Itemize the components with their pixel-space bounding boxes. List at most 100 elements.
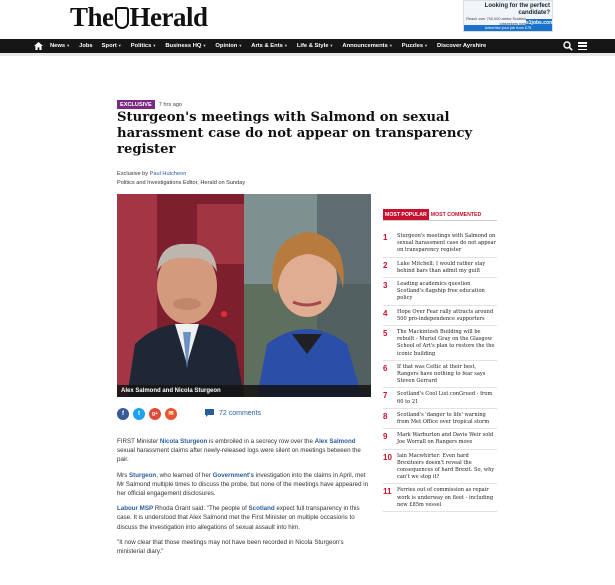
article-body: FIRST Minister Nicola Sturgeon is embroi… xyxy=(117,437,371,562)
popular-headline[interactable]: Luke Mitchell: I would rather stay behin… xyxy=(397,261,497,275)
email-share-icon[interactable]: ✉ xyxy=(165,408,177,420)
inline-link[interactable]: Scotland xyxy=(249,505,275,512)
chevron-down-icon: ▼ xyxy=(329,43,334,48)
nav-item-label: Life & Style xyxy=(296,43,329,49)
facebook-share-icon[interactable]: f xyxy=(117,408,129,420)
rank-number: 3 xyxy=(383,281,388,291)
paragraph-text: "It now clear that those meetings may no… xyxy=(117,538,344,556)
nav-item-puzzles[interactable]: Puzzles▼ xyxy=(402,43,428,49)
home-icon[interactable] xyxy=(34,42,43,50)
nav-item-announcements[interactable]: Announcements▼ xyxy=(342,43,392,49)
comment-icon xyxy=(205,409,214,417)
inline-link[interactable]: Sturgeon xyxy=(129,472,156,479)
tab-most-commented[interactable]: MOST COMMENTED xyxy=(429,209,483,220)
hero-photo xyxy=(117,194,371,397)
chevron-down-icon: ▼ xyxy=(238,43,243,48)
twitter-share-icon[interactable]: t xyxy=(133,408,145,420)
article-paragraph: "It now clear that those meetings may no… xyxy=(117,538,371,556)
nav-item-label: Arts & Ents xyxy=(251,43,283,49)
nav-item-label: Sport xyxy=(101,43,117,49)
logo-crest-icon xyxy=(114,7,129,29)
popular-list-item[interactable]: 11 Ferries out of commission as repair wo… xyxy=(383,487,497,513)
main-nav: News▼ Jobs Sport▼ Politics▼ Business HQ▼ Opin… xyxy=(0,39,615,53)
advert-cta[interactable]: Advertise your job from £75 xyxy=(464,25,552,31)
inline-link[interactable]: Labour MSP xyxy=(117,505,153,512)
popular-list-item[interactable]: 2 Luke Mitchell: I would rather stay behi… xyxy=(383,260,497,279)
share-bar: f t g+ ✉ xyxy=(117,408,181,420)
popular-list-item[interactable]: 8 Scotland's 'danger to life' warning fro… xyxy=(383,412,497,430)
paragraph-text: sexual harassment claims after newly-rel… xyxy=(117,447,361,464)
rank-number: 6 xyxy=(383,363,388,373)
logo-word-left: The xyxy=(70,2,114,32)
popular-headline[interactable]: Scotland's Cool List conGrued - from 60 … xyxy=(397,391,497,405)
popular-list-item[interactable]: 1 Sturgeon's meetings with Salmond on sex… xyxy=(383,233,497,258)
popular-list-item[interactable]: 4 Hope Over Fear rally attracts around 50… xyxy=(383,308,497,327)
nav-item-label: Jobs xyxy=(79,43,93,49)
popular-headline[interactable]: Ferries out of commission as repair work… xyxy=(397,487,497,509)
site-logo[interactable]: The Herald xyxy=(70,2,208,33)
menu-icon[interactable] xyxy=(578,42,587,51)
search-icon[interactable] xyxy=(563,41,573,51)
hero-image[interactable]: Alex Salmond and Nicola Sturgeon xyxy=(117,194,371,397)
popular-list-item[interactable]: 7 Scotland's Cool List conGrued - from 60… xyxy=(383,391,497,409)
nav-item-label: Puzzles xyxy=(401,43,424,49)
comments-count: 72 comments xyxy=(219,409,262,417)
rank-number: 5 xyxy=(383,329,388,339)
paragraph-text: FIRST Minister xyxy=(117,438,160,445)
sidebar-tabs: MOST POPULAR MOST COMMENTED xyxy=(383,209,497,221)
popular-headline[interactable]: Mark Warburton and Davie Weir sold Joe W… xyxy=(397,432,497,446)
nav-item-business-hq[interactable]: Business HQ▼ xyxy=(165,43,206,49)
rank-number: 7 xyxy=(383,391,388,401)
rank-number: 4 xyxy=(383,308,388,318)
nav-item-politics[interactable]: Politics▼ xyxy=(131,43,157,49)
popular-list-item[interactable]: 9 Mark Warburton and Davie Weir sold Joe … xyxy=(383,432,497,450)
image-caption: Alex Salmond and Nicola Sturgeon xyxy=(117,385,371,397)
nav-list: News▼ Jobs Sport▼ Politics▼ Business HQ▼ Opin… xyxy=(50,39,495,53)
rank-number: 9 xyxy=(383,432,388,442)
chevron-down-icon: ▼ xyxy=(152,43,157,48)
nav-item-label: Discover Ayrshire xyxy=(437,43,487,49)
popular-list-item[interactable]: 6 If that was Celtic at their best, Range… xyxy=(383,364,497,389)
inline-link[interactable]: Government's xyxy=(213,472,254,479)
google-share-icon[interactable]: g+ xyxy=(149,408,161,420)
popular-headline[interactable]: Hope Over Fear rally attracts around 500… xyxy=(397,309,497,323)
nav-item-label: Politics xyxy=(130,43,152,49)
popular-list-item[interactable]: 5 The Mackintosh Building will be rebuilt… xyxy=(383,329,497,361)
popular-headline[interactable]: Scotland's 'danger to life' warning from… xyxy=(397,412,497,426)
chevron-down-icon: ▼ xyxy=(117,43,122,48)
nav-item-discover-ayrshire[interactable]: Discover Ayrshire xyxy=(437,43,486,49)
inline-link[interactable]: Alex Salmond xyxy=(315,438,356,445)
tab-most-popular[interactable]: MOST POPULAR xyxy=(383,209,429,220)
rank-number: 2 xyxy=(383,260,388,270)
popular-headline[interactable]: The Mackintosh Building will be rebuilt … xyxy=(397,329,497,358)
nav-item-arts-ents[interactable]: Arts & Ents▼ xyxy=(251,43,288,49)
comments-link[interactable]: 72 comments xyxy=(205,409,261,417)
paragraph-text: , who learned of her xyxy=(156,471,213,479)
exclusive-badge: EXCLUSIVE xyxy=(117,100,155,109)
popular-list-item[interactable]: 3 Leading academics question Scotland's f… xyxy=(383,281,497,306)
nav-item-news[interactable]: News▼ xyxy=(50,43,70,49)
popular-headline[interactable]: Iain Macwhirter: Even hard Brexiteers do… xyxy=(397,453,497,482)
nav-item-label: News xyxy=(50,43,66,49)
advert-banner[interactable]: Looking for the perfect candidate? Reach… xyxy=(463,0,554,32)
nav-item-opinion[interactable]: Opinion▼ xyxy=(215,43,242,49)
byline-prefix: Exclusive by xyxy=(117,171,150,177)
popular-list-item[interactable]: 10 Iain Macwhirter: Even hard Brexiteers … xyxy=(383,453,497,485)
paragraph-text: is embroiled in a secrecy row over the xyxy=(207,438,315,445)
popular-headline[interactable]: If that was Celtic at their best, Ranger… xyxy=(397,364,497,386)
nav-item-life-style[interactable]: Life & Style▼ xyxy=(297,43,334,49)
article-paragraph: Mrs Sturgeon, who learned of her Governm… xyxy=(117,471,371,499)
nav-item-jobs[interactable]: Jobs xyxy=(79,43,93,49)
nav-item-sport[interactable]: Sport▼ xyxy=(102,43,122,49)
popular-headline[interactable]: Sturgeon's meetings with Salmond on sexu… xyxy=(397,233,497,255)
article-headline: Sturgeon's meetings with Salmond on sexu… xyxy=(117,110,473,157)
byline: Exclusive by Paul Hutcheon Politics and … xyxy=(117,170,245,188)
popular-headline[interactable]: Leading academics question Scotland's fl… xyxy=(397,281,497,303)
inline-link[interactable]: Nicola Sturgeon xyxy=(160,438,207,445)
article-kicker: EXCLUSIVE 7 hrs ago xyxy=(117,100,182,109)
author-link[interactable]: Paul Hutcheon xyxy=(150,171,187,177)
popular-sidebar: MOST POPULAR MOST COMMENTED 1 Sturgeon's … xyxy=(383,209,497,515)
popular-list: 1 Sturgeon's meetings with Salmond on sex… xyxy=(383,233,497,513)
chevron-down-icon: ▼ xyxy=(66,43,71,48)
article-paragraph: FIRST Minister Nicola Sturgeon is embroi… xyxy=(117,437,371,465)
